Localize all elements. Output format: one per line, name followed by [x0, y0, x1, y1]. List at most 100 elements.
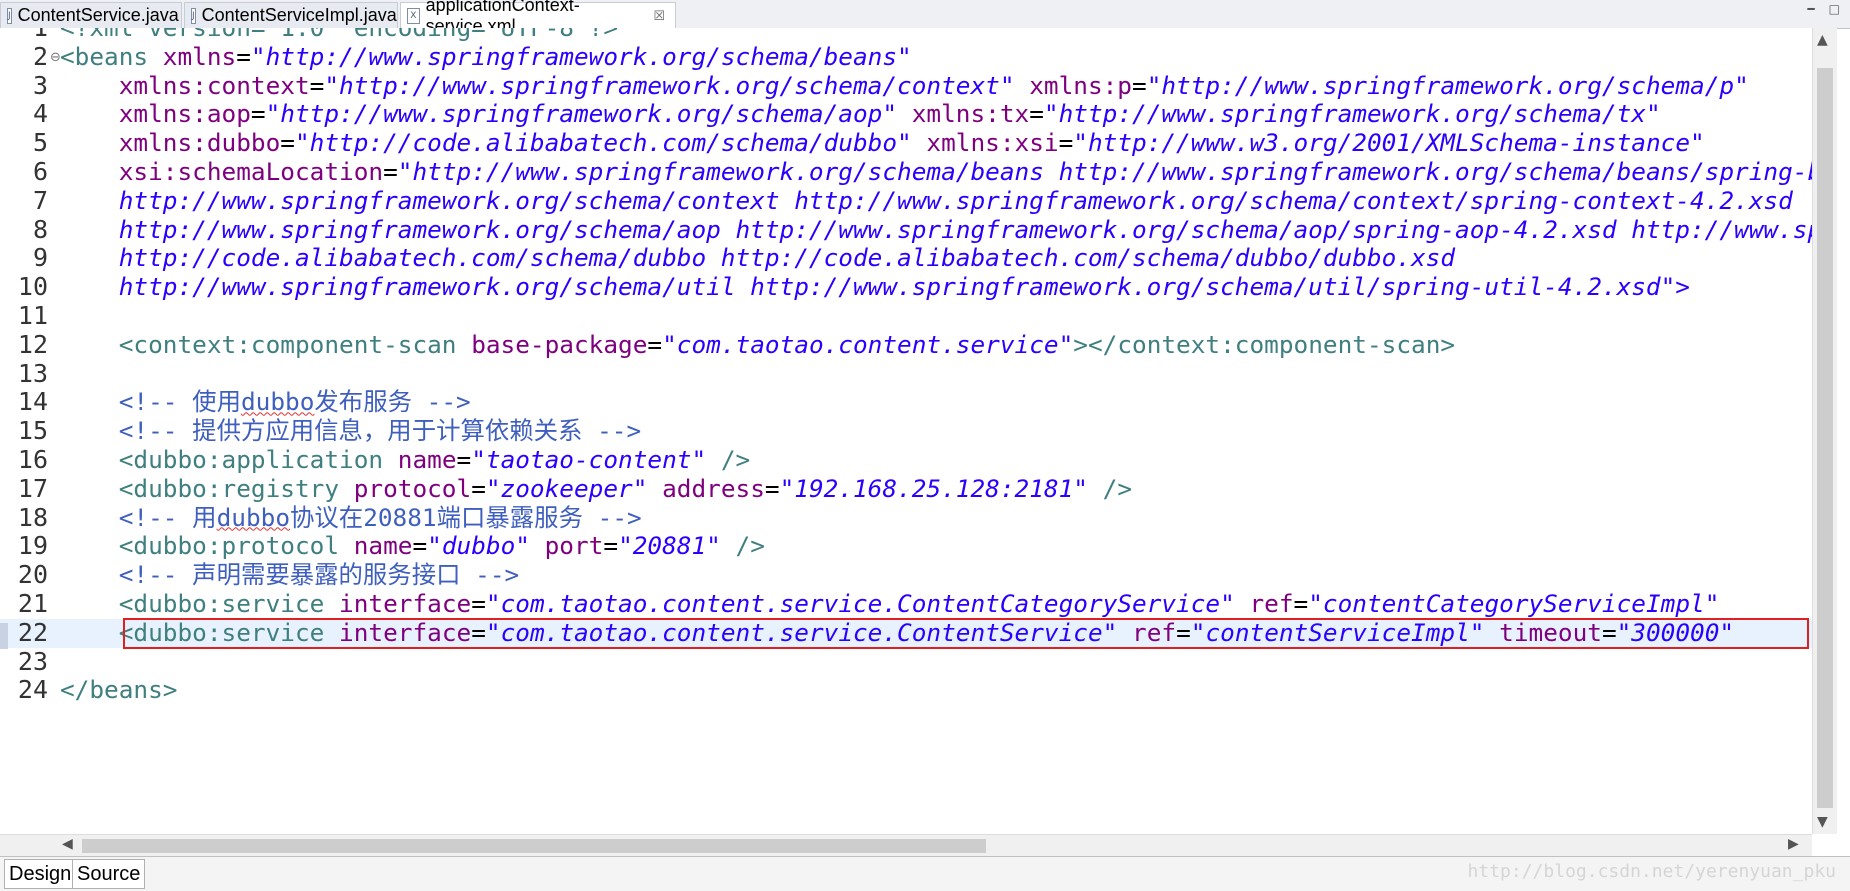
code-token-str: "192.168.25.128:2181" — [779, 473, 1103, 503]
code-token-sp — [60, 157, 119, 186]
code-line[interactable]: 8 http://www.springframework.org/schema/… — [0, 215, 1812, 245]
scroll-right-icon[interactable]: ▶ — [1788, 836, 1799, 852]
horizontal-scroll-thumb[interactable] — [82, 839, 986, 853]
code-line[interactable]: 5 xmlns:dubbo="http://code.alibabatech.c… — [0, 128, 1812, 158]
line-number: 3 — [32, 70, 48, 100]
code-text[interactable]: <dubbo:registry protocol="zookeeper" add… — [60, 473, 1132, 504]
code-token-str: "com.taotao.content.service.ContentCateg… — [485, 589, 1250, 618]
code-text[interactable]: http://www.springframework.org/schema/co… — [60, 185, 1793, 216]
code-text[interactable]: <?xml version="1.0" encoding="UTF-8"?> — [60, 28, 618, 43]
vertical-scrollbar[interactable]: ▲ ▼ — [1812, 28, 1837, 834]
tab-content-service-impl[interactable]: J ContentServiceImpl.java — [184, 2, 398, 28]
code-token-eq: = — [1058, 128, 1074, 158]
code-text[interactable]: http://www.springframework.org/schema/ao… — [60, 215, 1812, 245]
code-line[interactable]: 1 <?xml version="1.0" encoding="UTF-8"?> — [0, 28, 1812, 43]
code-token-str: "http://www.springframework.org/schema/t… — [1043, 99, 1661, 129]
code-token-attr: name — [353, 531, 413, 561]
code-line[interactable]: 14 <!-- 使用dubbo发布服务 --> — [0, 387, 1812, 417]
code-text[interactable]: xsi:schemaLocation="http://www.springfra… — [60, 157, 1812, 187]
code-token-str: http://code.alibabatech.com/schema/dubbo… — [118, 243, 1456, 273]
tab-design[interactable]: Design — [4, 859, 77, 889]
code-token-pi: <?xml version="1.0" encoding="UTF-8"?> — [60, 28, 618, 42]
code-text[interactable]: xmlns:dubbo="http://code.alibabatech.com… — [60, 128, 1705, 158]
code-text[interactable]: <beans xmlns="http://www.springframework… — [60, 41, 912, 72]
code-line[interactable]: 20 <!-- 声明需要暴露的服务接口 --> — [0, 560, 1812, 590]
code-token-str: "http://code.alibabatech.com/schema/dubb… — [294, 128, 927, 158]
code-token-sp — [60, 474, 119, 503]
code-token-eq: = — [647, 329, 663, 359]
code-text[interactable]: <!-- 使用dubbo发布服务 --> — [60, 387, 471, 417]
xml-source-editor[interactable]: 1<?xml version="1.0" encoding="UTF-8"?>2… — [0, 28, 1812, 834]
tab-content-service[interactable]: J ContentService.java — [0, 2, 182, 28]
code-line[interactable]: 18 <!-- 用dubbo协议在20881端口暴露服务 --> — [0, 502, 1812, 533]
code-token-str: "http://www.springframework.org/schema/c… — [324, 70, 1030, 100]
code-line[interactable]: 21 <dubbo:service interface="com.taotao.… — [0, 589, 1812, 619]
code-line[interactable]: 19 <dubbo:protocol name="dubbo" port="20… — [0, 531, 1812, 561]
code-text[interactable]: <!-- 提供方应用信息，用于计算依赖关系 --> — [60, 416, 641, 446]
horizontal-scrollbar[interactable]: ◀ ▶ — [0, 834, 1812, 857]
code-line[interactable]: 9 http://code.alibabatech.com/schema/dub… — [0, 243, 1812, 273]
code-text[interactable]: <dubbo:protocol name="dubbo" port="20881… — [60, 531, 765, 561]
code-text[interactable]: <dubbo:application name="taotao-content"… — [60, 445, 750, 475]
code-text[interactable]: xmlns:aop="http://www.springframework.or… — [60, 99, 1661, 129]
code-token-eq: = — [250, 99, 266, 129]
code-line[interactable]: 10 http://www.springframework.org/schema… — [0, 272, 1812, 302]
code-line[interactable]: 15 <!-- 提供方应用信息，用于计算依赖关系 --> — [0, 416, 1812, 446]
scroll-down-icon[interactable]: ▼ — [1817, 814, 1828, 830]
code-text[interactable]: <!-- 声明需要暴露的服务接口 --> — [60, 560, 519, 590]
code-text[interactable]: <dubbo:service interface="com.taotao.con… — [60, 589, 1720, 619]
code-token-tag: <dubbo:application — [118, 445, 398, 474]
code-text[interactable]: xmlns:context="http://www.springframewor… — [60, 70, 1749, 101]
code-token-comsq: dubbo — [216, 502, 291, 532]
tab-label: ContentServiceImpl.java — [201, 5, 397, 25]
line-number: 14 — [17, 387, 48, 417]
line-number: 20 — [17, 560, 48, 590]
code-token-sp — [60, 71, 119, 100]
current-line-marker — [0, 622, 8, 649]
code-token-str: http://www.springframework.org/schema/co… — [118, 185, 1793, 215]
line-number: 16 — [17, 445, 48, 474]
line-number: 13 — [17, 358, 48, 388]
code-token-str: "http://www.springframework.org/schema/b… — [250, 41, 912, 71]
code-line[interactable]: 23 — [0, 646, 1812, 677]
scroll-left-icon[interactable]: ◀ — [62, 836, 73, 852]
code-text[interactable]: http://code.alibabatech.com/schema/dubbo… — [60, 243, 1456, 273]
code-token-sp — [60, 589, 119, 618]
watermark: http://blog.csdn.net/yerenyuan_pku — [1467, 861, 1836, 882]
code-line[interactable]: 6 xsi:schemaLocation="http://www.springf… — [0, 157, 1812, 187]
code-line[interactable]: 4 xmlns:aop="http://www.springframework.… — [0, 99, 1812, 129]
xml-file-icon: X — [407, 8, 420, 24]
code-token-sp — [60, 99, 119, 128]
code-line[interactable]: 22 <dubbo:service interface="com.taotao.… — [0, 617, 1812, 649]
code-line[interactable]: 11 — [0, 301, 1812, 331]
vertical-scroll-thumb[interactable] — [1817, 68, 1833, 808]
line-number: 23 — [17, 646, 48, 676]
minimize-icon[interactable]: ━ — [1807, 2, 1814, 16]
line-number: 6 — [32, 157, 48, 186]
line-number: 18 — [17, 502, 48, 532]
close-tab-icon[interactable]: ☒ — [653, 9, 665, 24]
code-line[interactable]: 3 xmlns:context="http://www.springframew… — [0, 70, 1812, 101]
code-line[interactable]: 7 http://www.springframework.org/schema/… — [0, 185, 1812, 216]
code-token-attr: interface — [339, 589, 472, 618]
code-line[interactable]: 16 <dubbo:application name="taotao-conte… — [0, 445, 1812, 475]
code-token-sp — [60, 186, 119, 215]
code-token-str: "taotao-content" — [471, 445, 721, 474]
scroll-up-icon[interactable]: ▲ — [1817, 32, 1828, 48]
code-text[interactable]: http://www.springframework.org/schema/ut… — [60, 272, 1690, 302]
code-token-str: "zookeeper" — [485, 473, 663, 503]
code-token-str: "dubbo" — [427, 531, 545, 561]
maximize-icon[interactable]: □ — [1829, 2, 1840, 16]
code-text[interactable]: <context:component-scan base-package="co… — [60, 329, 1455, 360]
code-line[interactable]: 24 </beans> — [0, 675, 1812, 705]
code-line[interactable]: 13 — [0, 358, 1812, 389]
code-token-sp — [60, 503, 119, 532]
tab-source[interactable]: Source — [72, 859, 146, 889]
tab-application-context-service-xml[interactable]: X applicationContext-service.xml ☒ — [400, 0, 676, 36]
code-line[interactable]: 12 <context:component-scan base-package=… — [0, 329, 1812, 360]
code-line[interactable]: 17 <dubbo:registry protocol="zookeeper" … — [0, 473, 1812, 504]
code-text[interactable]: <!-- 用dubbo协议在20881端口暴露服务 --> — [60, 502, 642, 533]
code-line[interactable]: 2 ⊖ <beans xmlns="http://www.springframewo… — [0, 41, 1812, 72]
code-text[interactable]: </beans> — [60, 675, 177, 705]
code-token-eq: = — [1029, 99, 1044, 129]
